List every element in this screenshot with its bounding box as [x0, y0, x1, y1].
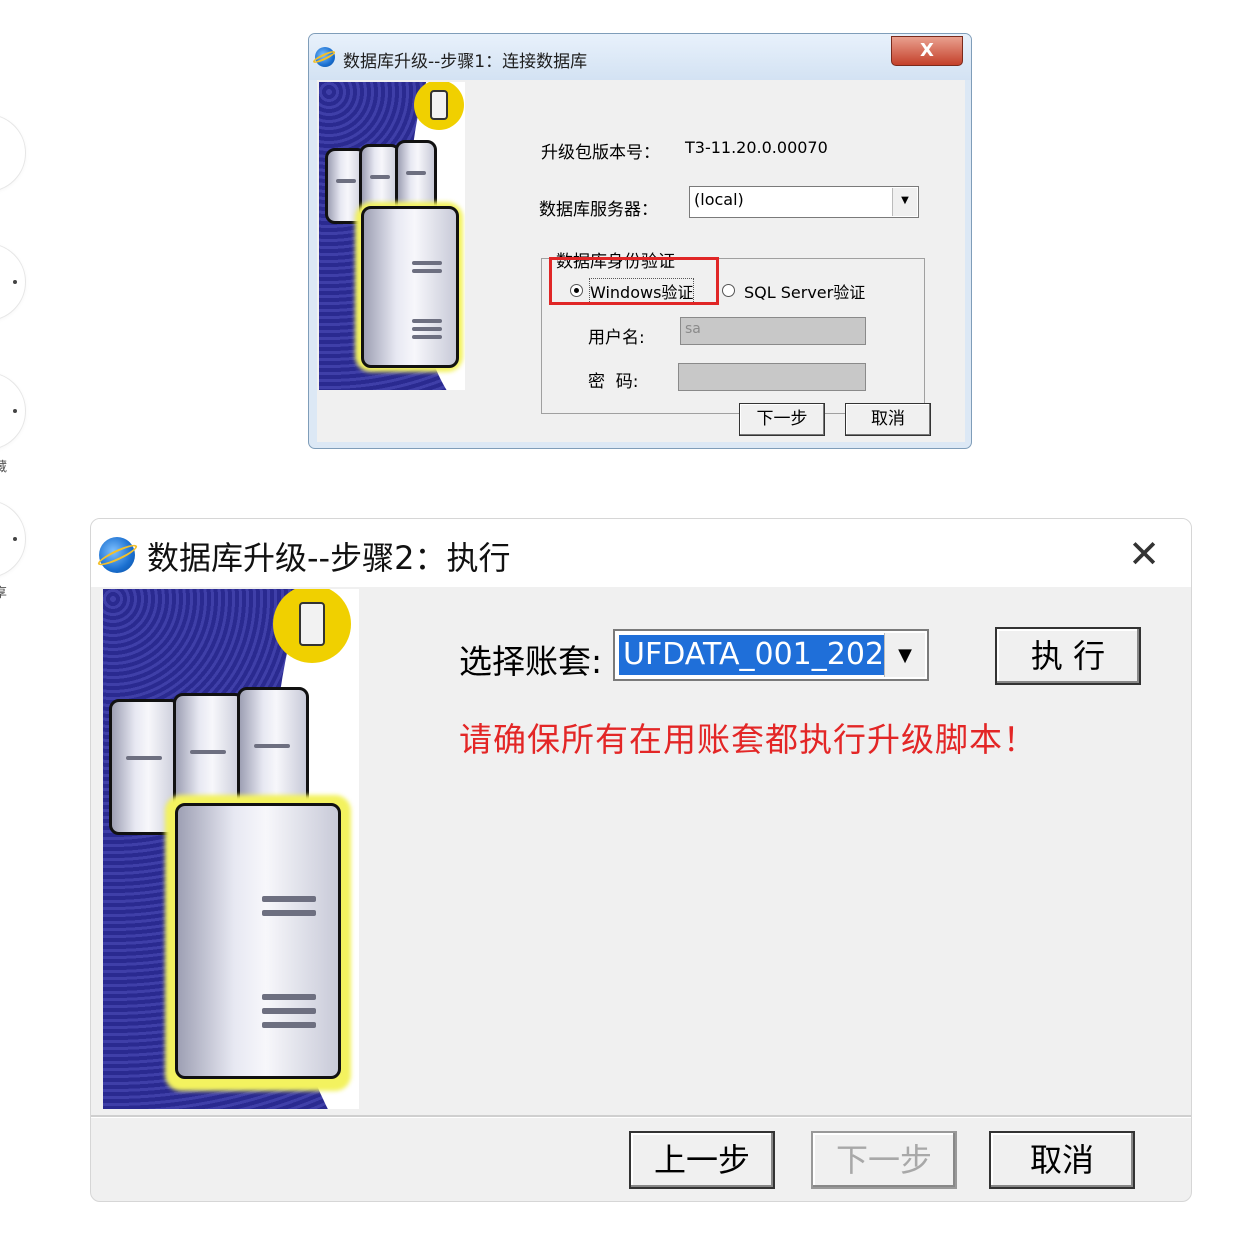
- username-input[interactable]: sa: [680, 317, 866, 345]
- app-icon: [99, 537, 135, 573]
- highlight-box: [549, 257, 719, 305]
- password-label: 密 码:: [588, 372, 639, 392]
- dropdown-arrow-icon[interactable]: ▼: [892, 188, 917, 216]
- version-value: T3-11.20.0.00070: [685, 138, 828, 157]
- side-action-button[interactable]: [0, 372, 26, 450]
- next-button[interactable]: 下一步: [739, 403, 825, 436]
- dot-icon: [13, 280, 17, 284]
- dialog-body: 升级包版本号： T3-11.20.0.00070 数据库服务器： (local)…: [317, 80, 965, 442]
- account-label: 选择账套:: [459, 642, 603, 681]
- side-label-collect: 藏: [0, 460, 8, 475]
- execute-button[interactable]: 执 行: [995, 627, 1141, 685]
- next-button: 下一步: [811, 1131, 957, 1189]
- server-select[interactable]: (local) ▼: [689, 186, 919, 218]
- sql-auth-radio[interactable]: [722, 284, 735, 297]
- side-label-share: 享: [0, 586, 8, 601]
- dot-icon: [13, 537, 17, 541]
- side-action-button[interactable]: [0, 500, 26, 578]
- dot-icon: [13, 409, 17, 413]
- title-bar: 数据库升级--步骤1：连接数据库 X: [309, 34, 971, 80]
- password-input[interactable]: [678, 363, 866, 391]
- account-select-value: UFDATA_001_2022: [617, 634, 909, 676]
- door-badge-icon: [414, 82, 464, 130]
- server-illustration: [319, 82, 465, 390]
- dropdown-arrow-icon[interactable]: ▼: [884, 633, 925, 677]
- close-button[interactable]: ✕: [1121, 531, 1167, 577]
- sql-auth-label[interactable]: SQL Server验证: [744, 279, 865, 303]
- side-action-button[interactable]: [0, 114, 26, 192]
- dialog-title: 数据库升级--步骤1：连接数据库: [343, 52, 588, 72]
- server-illustration: [103, 589, 359, 1109]
- warning-message: 请确保所有在用账套都执行升级脚本！: [459, 720, 1037, 759]
- account-select[interactable]: UFDATA_001_2022 ▼: [613, 629, 929, 681]
- dialog-step1: 数据库升级--步骤1：连接数据库 X 升级包版本号： T3-11.20.0.00…: [308, 33, 972, 449]
- app-icon: [315, 47, 335, 67]
- username-label: 用户名:: [588, 328, 645, 348]
- cancel-button[interactable]: 取消: [989, 1131, 1135, 1189]
- username-value: sa: [685, 321, 701, 337]
- cancel-button[interactable]: 取消: [845, 403, 931, 436]
- version-label: 升级包版本号：: [541, 143, 660, 163]
- server-label: 数据库服务器：: [539, 200, 658, 220]
- prev-button[interactable]: 上一步: [629, 1131, 775, 1189]
- divider: [91, 1115, 1191, 1118]
- server-select-value: (local): [694, 190, 744, 209]
- dialog-step2: 数据库升级--步骤2：执行 ✕ 选择账套: UFDATA_001_2022 ▼ …: [90, 518, 1192, 1202]
- dialog-title: 数据库升级--步骤2：执行: [147, 539, 511, 577]
- close-button[interactable]: X: [891, 36, 963, 66]
- side-action-button[interactable]: [0, 243, 26, 321]
- title-bar: 数据库升级--步骤2：执行 ✕: [91, 519, 1191, 587]
